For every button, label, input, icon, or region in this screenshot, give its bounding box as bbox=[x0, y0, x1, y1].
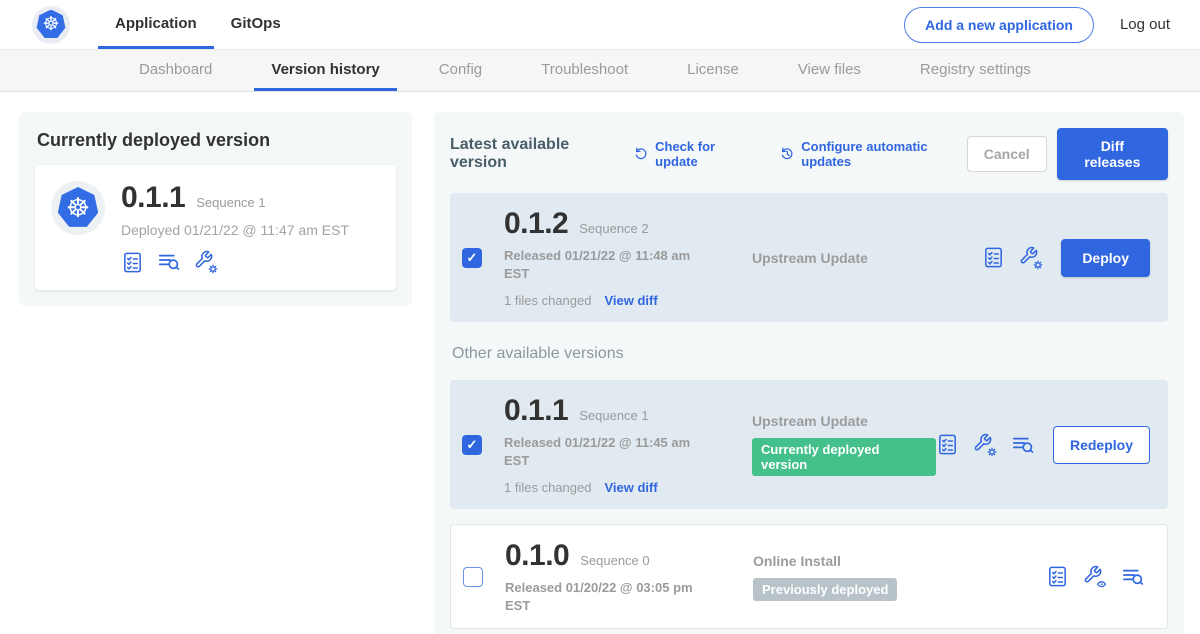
released-timestamp: Released 01/20/22 @ 03:05 pm EST bbox=[505, 579, 697, 614]
view-logs-icon[interactable] bbox=[157, 250, 181, 274]
logout-link[interactable]: Log out bbox=[1120, 16, 1170, 33]
row-gap bbox=[450, 509, 1168, 524]
main-content: Currently deployed version ☸ 0.1.1 Seque… bbox=[0, 92, 1200, 634]
version-number: 0.1.0 bbox=[505, 539, 569, 573]
cancel-button[interactable]: Cancel bbox=[967, 136, 1047, 172]
deployed-timestamp: Deployed 01/21/22 @ 11:47 am EST bbox=[121, 222, 349, 238]
add-new-application-button[interactable]: Add a new application bbox=[904, 7, 1094, 43]
subtab-registry-settings[interactable]: Registry settings bbox=[903, 50, 1048, 91]
view-diff-link[interactable]: View diff bbox=[604, 293, 657, 308]
app-sub-nav: Dashboard Version history Config Trouble… bbox=[0, 50, 1200, 92]
source-label: Online Install bbox=[753, 553, 1046, 569]
edit-config-icon[interactable] bbox=[194, 250, 218, 274]
currently-deployed-title: Currently deployed version bbox=[37, 130, 396, 151]
check-for-update-label: Check for update bbox=[655, 139, 753, 169]
configure-automatic-updates-link[interactable]: Configure automatic updates bbox=[779, 139, 967, 169]
tab-gitops[interactable]: GitOps bbox=[214, 0, 298, 49]
version-details: 0.1.0 Sequence 0 Released 01/20/22 @ 03:… bbox=[505, 539, 697, 614]
app-logo-circle: ☸ bbox=[32, 6, 70, 44]
latest-available-title: Latest available version bbox=[450, 136, 618, 172]
tab-application[interactable]: Application bbox=[98, 0, 214, 49]
view-logs-icon[interactable] bbox=[1121, 565, 1145, 589]
view-diff-link[interactable]: View diff bbox=[604, 480, 657, 495]
edit-config-icon[interactable] bbox=[973, 433, 997, 457]
sequence-label: Sequence 1 bbox=[579, 408, 648, 423]
preflight-checks-icon[interactable] bbox=[121, 251, 144, 274]
version-source: Online Install Previously deployed bbox=[697, 553, 1046, 601]
subtab-license[interactable]: License bbox=[670, 50, 756, 91]
version-row-0-1-1: ✓ 0.1.1 Sequence 1 Released 01/21/22 @ 1… bbox=[450, 380, 1168, 509]
deployed-version-actions bbox=[121, 250, 349, 274]
currently-deployed-panel: Currently deployed version ☸ 0.1.1 Seque… bbox=[19, 112, 412, 306]
top-nav-right: Add a new application Log out bbox=[904, 0, 1170, 49]
check-icon: ✓ bbox=[467, 250, 478, 266]
source-label: Upstream Update bbox=[752, 413, 936, 429]
app-logo: ☸ bbox=[32, 0, 70, 49]
update-links: Check for update Configure automatic upd… bbox=[633, 139, 967, 169]
version-details: 0.1.2 Sequence 2 Released 01/21/22 @ 11:… bbox=[504, 207, 696, 308]
preflight-checks-icon[interactable] bbox=[982, 246, 1005, 269]
files-changed-label: 1 files changed bbox=[504, 293, 591, 308]
version-row-0-1-2: ✓ 0.1.2 Sequence 2 Released 01/21/22 @ 1… bbox=[450, 193, 1168, 322]
check-for-update-link[interactable]: Check for update bbox=[633, 139, 753, 169]
preflight-checks-icon[interactable] bbox=[936, 433, 959, 456]
version-row-actions bbox=[936, 433, 1035, 457]
refresh-icon bbox=[633, 145, 650, 163]
deployed-app-logo: ☸ bbox=[51, 181, 105, 235]
version-select-checkbox[interactable]: ✓ bbox=[462, 248, 482, 268]
kubernetes-logo-icon: ☸ bbox=[57, 187, 99, 229]
version-number: 0.1.2 bbox=[504, 207, 568, 241]
released-timestamp: Released 01/21/22 @ 11:48 am EST bbox=[504, 247, 696, 282]
currently-deployed-badge: Currently deployed version bbox=[752, 438, 936, 476]
available-versions-header: Latest available version Check for updat… bbox=[450, 128, 1168, 180]
redeploy-button[interactable]: Redeploy bbox=[1053, 426, 1150, 464]
other-versions-title: Other available versions bbox=[452, 345, 1168, 363]
top-nav-spacer bbox=[298, 0, 904, 49]
subtab-config[interactable]: Config bbox=[422, 50, 499, 91]
deployed-version-info: 0.1.1 Sequence 1 Deployed 01/21/22 @ 11:… bbox=[121, 181, 349, 274]
diff-releases-button[interactable]: Diff releases bbox=[1057, 128, 1168, 180]
top-tabs: Application GitOps bbox=[98, 0, 298, 49]
sequence-label: Sequence 2 bbox=[579, 221, 648, 236]
version-row-actions bbox=[982, 246, 1043, 270]
subtab-view-files[interactable]: View files bbox=[781, 50, 878, 91]
version-source: Upstream Update bbox=[696, 250, 982, 266]
version-select-checkbox[interactable] bbox=[463, 567, 483, 587]
view-logs-icon[interactable] bbox=[1011, 433, 1035, 457]
source-label: Upstream Update bbox=[752, 250, 982, 266]
kubernetes-logo-icon: ☸ bbox=[36, 10, 66, 40]
version-source: Upstream Update Currently deployed versi… bbox=[696, 413, 936, 476]
deploy-button[interactable]: Deploy bbox=[1061, 239, 1150, 277]
sequence-label: Sequence 0 bbox=[580, 553, 649, 568]
version-details: 0.1.1 Sequence 1 Released 01/21/22 @ 11:… bbox=[504, 394, 696, 495]
configure-automatic-updates-label: Configure automatic updates bbox=[801, 139, 967, 169]
version-row-actions bbox=[1046, 565, 1145, 589]
version-select-checkbox[interactable]: ✓ bbox=[462, 435, 482, 455]
previously-deployed-badge: Previously deployed bbox=[753, 578, 897, 601]
available-versions-panel: Latest available version Check for updat… bbox=[434, 112, 1184, 634]
deployed-version-card: ☸ 0.1.1 Sequence 1 Deployed 01/21/22 @ 1… bbox=[35, 165, 396, 290]
subtab-version-history[interactable]: Version history bbox=[254, 50, 396, 91]
released-timestamp: Released 01/21/22 @ 11:45 am EST bbox=[504, 434, 696, 469]
subtab-troubleshoot[interactable]: Troubleshoot bbox=[524, 50, 645, 91]
version-number: 0.1.1 bbox=[504, 394, 568, 428]
files-changed-label: 1 files changed bbox=[504, 480, 591, 495]
deployed-version-number: 0.1.1 bbox=[121, 181, 185, 215]
view-config-icon[interactable] bbox=[1083, 565, 1107, 589]
deployed-sequence-label: Sequence 1 bbox=[196, 195, 265, 210]
preflight-checks-icon[interactable] bbox=[1046, 565, 1069, 588]
clock-refresh-icon bbox=[779, 145, 796, 163]
subtab-dashboard[interactable]: Dashboard bbox=[122, 50, 229, 91]
check-icon: ✓ bbox=[467, 437, 478, 453]
top-nav: ☸ Application GitOps Add a new applicati… bbox=[0, 0, 1200, 50]
version-row-0-1-0: 0.1.0 Sequence 0 Released 01/20/22 @ 03:… bbox=[450, 524, 1168, 629]
edit-config-icon[interactable] bbox=[1019, 246, 1043, 270]
